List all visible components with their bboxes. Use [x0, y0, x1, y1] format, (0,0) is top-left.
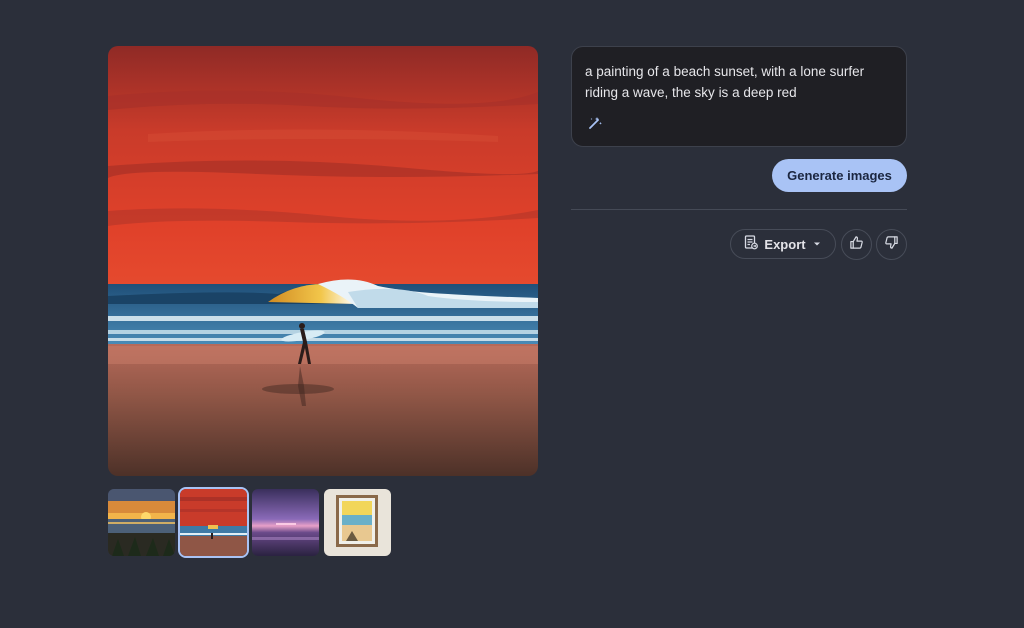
thumbs-up-button[interactable] [841, 229, 872, 260]
prompt-text[interactable]: a painting of a beach sunset, with a lon… [585, 61, 895, 103]
thumbnail-strip [108, 487, 398, 558]
prompt-box[interactable]: a painting of a beach sunset, with a lon… [571, 46, 907, 147]
magic-wand-icon[interactable] [584, 112, 606, 134]
document-export-icon [744, 235, 759, 253]
caret-down-icon [812, 237, 822, 252]
thumbs-down-button[interactable] [876, 229, 907, 260]
divider [571, 209, 907, 210]
thumbnail-2-selected[interactable] [178, 487, 249, 558]
export-button[interactable]: Export [730, 229, 836, 259]
generate-images-button[interactable]: Generate images [772, 159, 907, 192]
export-label: Export [764, 236, 806, 252]
thumbnail-3[interactable] [252, 489, 319, 556]
generated-image-main[interactable] [108, 46, 538, 476]
thumbs-down-icon [884, 235, 899, 255]
thumbs-up-icon [849, 235, 864, 255]
thumbnail-4[interactable] [324, 489, 391, 556]
thumbnail-1[interactable] [108, 489, 175, 556]
